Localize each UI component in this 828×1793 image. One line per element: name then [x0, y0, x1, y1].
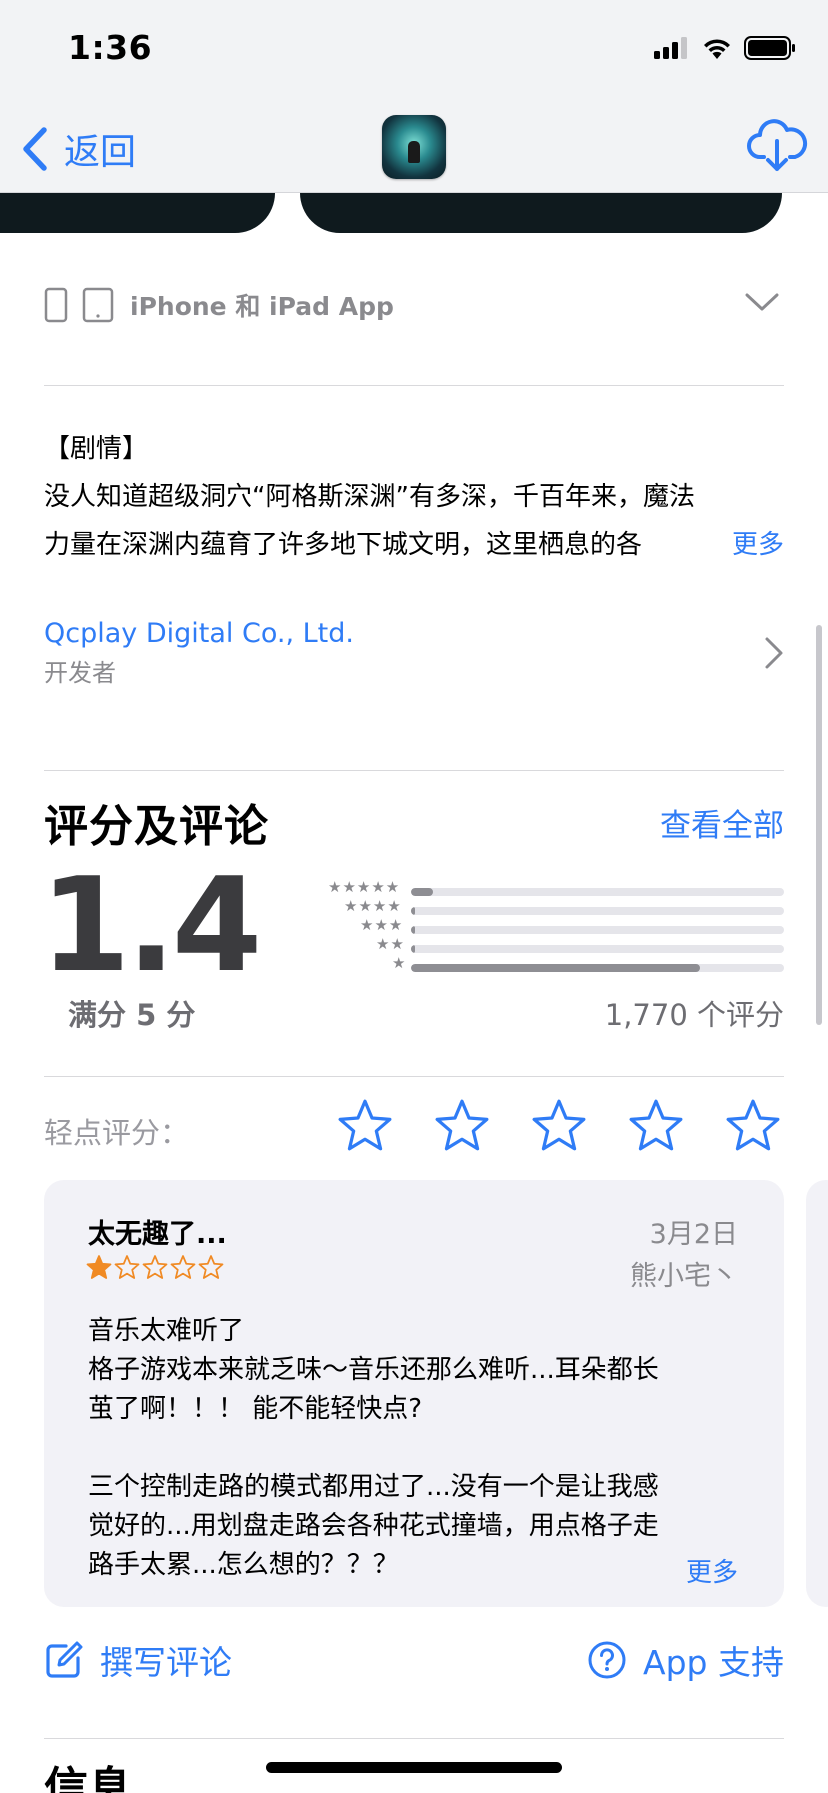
compose-icon [46, 1641, 83, 1678]
rate-star-3[interactable] [530, 1098, 588, 1152]
review-card[interactable]: 太无趣了... 3月2日 熊小宅丶 音乐太难听了 格子游戏本来就乏味～音乐还那么… [44, 1180, 784, 1607]
write-review-button[interactable]: 撰写评论 [44, 1636, 232, 1684]
screenshot-thumbnail[interactable] [300, 193, 782, 233]
empty-star-icon [142, 1255, 168, 1279]
histogram-bar-fill [411, 907, 415, 915]
chevron-right-icon [765, 637, 783, 669]
histogram-star-label: ★★★★★ [328, 878, 401, 896]
chevron-down-icon[interactable] [744, 291, 780, 315]
cloud-download-icon[interactable] [746, 119, 808, 173]
iphone-icon [44, 287, 68, 323]
empty-star-icon [170, 1255, 196, 1279]
histogram-star-label: ★★★ [360, 916, 404, 934]
histogram-bar-fill [411, 964, 701, 972]
review-actions: 撰写评论 App 支持 [44, 1636, 784, 1686]
see-all-link[interactable]: 查看全部 [660, 800, 784, 845]
histogram-star-label: ★★★★ [344, 897, 402, 915]
info-section-title: 信息 [44, 1763, 132, 1793]
divider [44, 770, 784, 771]
rate-star-5[interactable] [724, 1098, 782, 1152]
rate-star-1[interactable] [336, 1098, 394, 1152]
rate-star-4[interactable] [627, 1098, 685, 1152]
histogram-star-label: ★★ [376, 935, 405, 953]
app-support-button[interactable]: App 支持 [587, 1636, 784, 1684]
next-review-card[interactable] [806, 1180, 828, 1607]
empty-star-icon [114, 1255, 140, 1279]
app-description: 【剧情】 没人知道超级洞穴“阿格斯深渊”有多深，千百年来，魔法 力量在深渊内蕴育… [44, 425, 784, 569]
histogram-bar-fill [411, 945, 415, 953]
status-icons [654, 36, 796, 60]
write-review-label: 撰写评论 [100, 1643, 232, 1682]
histogram-bar-track [411, 964, 784, 972]
histogram-bar-track [411, 926, 784, 934]
empty-star-icon [198, 1255, 224, 1279]
description-line: 力量在深渊内蕴育了许多地下城文明，这里栖息的各 更多 [44, 521, 784, 569]
histogram-row: ★★★ [300, 916, 784, 939]
review-date: 3月2日 [649, 1219, 738, 1250]
histogram-row: ★★ [300, 935, 784, 958]
status-time: 1:36 [68, 28, 153, 67]
ipad-icon [82, 287, 114, 323]
tap-to-rate-label: 轻点评分： [44, 1116, 190, 1150]
back-button[interactable]: 返回 [16, 123, 136, 175]
battery-icon [744, 36, 795, 60]
app-icon [382, 115, 446, 179]
review-body: 音乐太难听了 格子游戏本来就乏味～音乐还那么难听...耳朵都长 茧了啊！！！ 能… [88, 1316, 659, 1580]
description-line-text: 力量在深渊内蕴育了许多地下城文明，这里栖息的各 [44, 530, 643, 560]
histogram-bar-track [411, 907, 784, 915]
developer-role: 开发者 [44, 659, 116, 687]
filled-star-icon [86, 1255, 112, 1279]
histogram-star-label: ★ [392, 954, 407, 972]
question-circle-icon [588, 1641, 626, 1679]
review-more-link[interactable]: 更多 [686, 1552, 738, 1589]
description-line: 【剧情】 [44, 434, 149, 464]
histogram-bar-fill [411, 888, 434, 896]
histogram-bar-track [411, 945, 784, 953]
divider [44, 1076, 784, 1077]
back-label: 返回 [64, 132, 137, 173]
histogram-row: ★ [300, 954, 784, 977]
description-line: 没人知道超级洞穴“阿格斯深渊”有多深，千百年来，魔法 [44, 482, 695, 512]
device-compatibility-row[interactable]: iPhone 和 iPad App [44, 283, 784, 327]
rate-star-2[interactable] [433, 1098, 491, 1152]
tap-to-rate-stars[interactable] [336, 1098, 782, 1152]
chevron-left-icon [23, 127, 47, 171]
rating-histogram: ★★★★★ ★★★★ ★★★ ★★ ★ [300, 878, 784, 977]
ratings-title: 评分及评论 [44, 801, 269, 852]
status-bar: 1:36 [0, 0, 828, 105]
review-rating-stars [86, 1254, 224, 1280]
developer-name: Qcplay Digital Co., Ltd. [44, 618, 354, 649]
cellular-signal-icon [654, 37, 687, 59]
histogram-bar-fill [411, 926, 415, 934]
description-more-link[interactable]: 更多 [691, 521, 784, 569]
rating-count: 1,770 个评分 [604, 998, 784, 1032]
screenshot-thumbnail[interactable] [0, 193, 275, 233]
review-author: 熊小宅丶 [630, 1261, 738, 1292]
scrollbar[interactable] [816, 625, 822, 1025]
review-title: 太无趣了... [88, 1219, 227, 1250]
divider [44, 1738, 784, 1739]
navigation-bar: 返回 [0, 105, 828, 193]
histogram-bar-track [411, 888, 784, 896]
screenshot-gallery[interactable] [0, 193, 828, 240]
wifi-icon [704, 39, 730, 59]
app-support-label: App 支持 [643, 1643, 784, 1682]
rating-out-of: 满分 5 分 [68, 998, 196, 1032]
average-rating: 1.4 [40, 849, 262, 1001]
divider [44, 385, 784, 386]
app-icon-figure [408, 141, 420, 163]
developer-row[interactable]: Qcplay Digital Co., Ltd. 开发者 [44, 618, 784, 690]
home-indicator[interactable] [266, 1762, 562, 1773]
device-label: iPhone 和 iPad App [130, 292, 394, 321]
